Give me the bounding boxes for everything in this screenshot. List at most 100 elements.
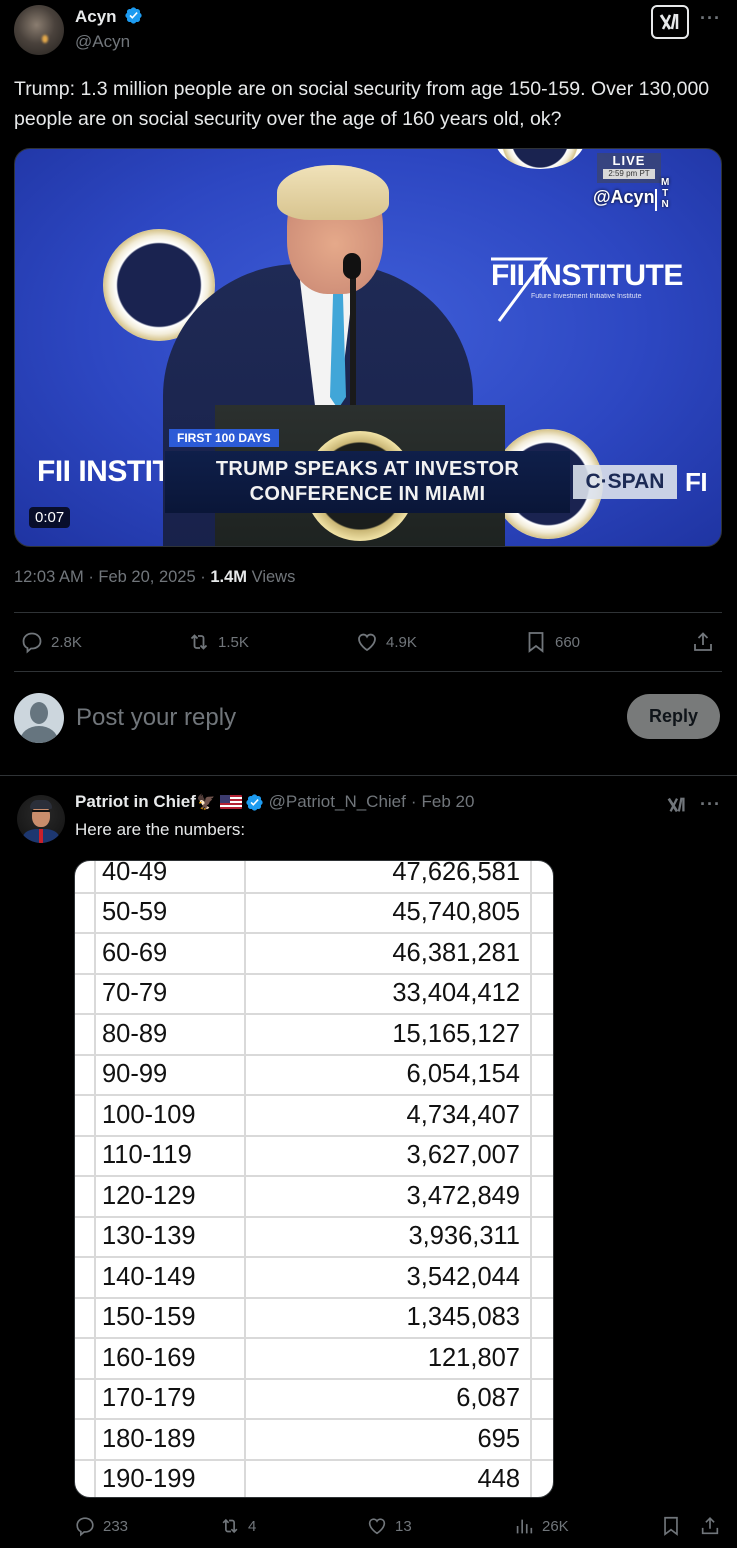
- author-name-row[interactable]: Acyn: [75, 6, 143, 27]
- count-cell: 15,165,127: [244, 1013, 532, 1056]
- count-cell: 33,404,412: [244, 972, 532, 1015]
- post-time[interactable]: 12:03 AM: [14, 568, 84, 586]
- share-button[interactable]: [691, 630, 715, 654]
- repost-button[interactable]: 4: [219, 1515, 256, 1537]
- table-row: 90-99 6,054,154: [75, 1053, 553, 1096]
- separator: ·: [410, 792, 417, 811]
- attached-table-image[interactable]: 40-49 47,626,581 50-59 45,740,805 60-69 46,38…: [74, 860, 554, 1498]
- table-row: 60-69 46,381,281: [75, 932, 553, 975]
- age-range-cell: 120-129: [94, 1175, 246, 1218]
- age-range-cell: 130-139: [94, 1215, 246, 1258]
- like-button[interactable]: 4.9K: [355, 630, 417, 654]
- reply-submit-button[interactable]: Reply: [627, 694, 720, 739]
- row-gutter-cell: [75, 1337, 96, 1380]
- age-range-cell: 150-159: [94, 1296, 246, 1339]
- row-gutter-cell: [75, 1418, 96, 1461]
- count-cell: 6,087: [244, 1377, 532, 1420]
- watermark-handle: @Acyn: [593, 187, 655, 207]
- reply-author-name[interactable]: Patriot in Chief: [75, 792, 196, 812]
- reply-date[interactable]: Feb 20: [422, 792, 475, 812]
- like-icon: [368, 1518, 386, 1535]
- table-row: 170-179 6,087: [75, 1377, 553, 1420]
- table-row: 110-119 3,627,007: [75, 1134, 553, 1177]
- age-range-cell: 80-89: [94, 1013, 246, 1056]
- age-range-cell: 40-49: [94, 861, 246, 894]
- count-cell: 45,740,805: [244, 891, 532, 934]
- more-icon[interactable]: ···: [700, 794, 721, 815]
- count-cell: 6,054,154: [244, 1053, 532, 1096]
- count-cell: 3,936,311: [244, 1215, 532, 1258]
- like-button[interactable]: 13: [366, 1515, 412, 1537]
- table-row: 40-49 47,626,581: [75, 861, 553, 894]
- bookmark-icon: [664, 1516, 678, 1536]
- table-row: 150-159 1,345,083: [75, 1296, 553, 1339]
- post-date[interactable]: Feb 20, 2025: [98, 568, 195, 586]
- views-button[interactable]: 26K: [513, 1515, 569, 1537]
- reply-author-row: Patriot in Chief 🦅 @Patriot_N_Chief · Fe…: [75, 792, 474, 812]
- age-range-cell: 190-199: [94, 1458, 246, 1497]
- video-duration: 0:07: [29, 507, 71, 528]
- table-row: 130-139 3,936,311: [75, 1215, 553, 1258]
- views-icon: [516, 1519, 533, 1534]
- table-row: 70-79 33,404,412: [75, 972, 553, 1015]
- row-edge-cell: [530, 1094, 553, 1137]
- reply-author-handle[interactable]: @Patriot_N_Chief: [269, 792, 406, 812]
- age-range-cell: 110-119: [94, 1134, 246, 1177]
- post-text: Trump: 1.3 million people are on social …: [14, 78, 710, 130]
- chyron-headline: TRUMP SPEAKS AT INVESTOR CONFERENCE IN M…: [165, 451, 570, 513]
- age-range-cell: 100-109: [94, 1094, 246, 1137]
- table-row: 80-89 15,165,127: [75, 1013, 553, 1056]
- verified-badge-icon: [245, 793, 263, 811]
- share-icon: [701, 1517, 719, 1535]
- row-gutter-cell: [75, 932, 96, 975]
- row-edge-cell: [530, 932, 553, 975]
- grok-button[interactable]: [651, 5, 689, 39]
- row-edge-cell: [530, 1256, 553, 1299]
- row-gutter-cell: [75, 1175, 96, 1218]
- author-handle[interactable]: @Acyn: [75, 32, 130, 52]
- more-icon[interactable]: ···: [700, 8, 721, 29]
- row-edge-cell: [530, 1377, 553, 1420]
- row-edge-cell: [530, 1215, 553, 1258]
- row-gutter-cell: [75, 1215, 96, 1258]
- age-range-cell: 140-149: [94, 1256, 246, 1299]
- bookmark-button[interactable]: [660, 1515, 682, 1537]
- table-row: 140-149 3,542,044: [75, 1256, 553, 1299]
- reply-button[interactable]: 233: [74, 1515, 128, 1537]
- count-cell: 448: [244, 1458, 532, 1497]
- count-cell: 1,345,083: [244, 1296, 532, 1339]
- row-edge-cell: [530, 1296, 553, 1339]
- views-label: Views: [251, 568, 296, 586]
- repost-button[interactable]: 1.5K: [187, 630, 249, 654]
- count-cell: 121,807: [244, 1337, 532, 1380]
- grok-icon[interactable]: [666, 794, 688, 816]
- divider: [14, 671, 722, 672]
- bookmark-button[interactable]: 660: [524, 630, 580, 654]
- author-display-name[interactable]: Acyn: [75, 7, 117, 26]
- post-metadata: 12:03 AM · Feb 20, 2025 · 1.4M Views: [14, 568, 296, 586]
- row-edge-cell: [530, 972, 553, 1015]
- reply-button[interactable]: 2.8K: [20, 630, 82, 654]
- count-cell: 4,734,407: [244, 1094, 532, 1137]
- reply-author-avatar[interactable]: [17, 795, 65, 843]
- row-gutter-cell: [75, 1013, 96, 1056]
- microphone: [343, 253, 361, 279]
- watermark-divider: [655, 189, 657, 211]
- reply-input[interactable]: [76, 700, 596, 736]
- age-range-cell: 90-99: [94, 1053, 246, 1096]
- row-gutter-cell: [75, 891, 96, 934]
- count-cell: 46,381,281: [244, 932, 532, 975]
- live-indicator: LIVE 2:59 pm PT: [597, 153, 661, 183]
- row-gutter-cell: [75, 1296, 96, 1339]
- row-gutter-cell: [75, 972, 96, 1015]
- author-avatar[interactable]: [14, 5, 64, 55]
- user-avatar-placeholder: [14, 693, 64, 743]
- age-range-cell: 50-59: [94, 891, 246, 934]
- speaker-hair: [277, 165, 389, 220]
- watermark-network: M T N: [661, 177, 670, 210]
- cspan-logo: C·SPAN: [573, 465, 677, 499]
- video-player[interactable]: FII INSTITUTE Future Investment Initiati…: [14, 148, 722, 547]
- share-button[interactable]: [699, 1515, 721, 1537]
- row-edge-cell: [530, 1175, 553, 1218]
- row-edge-cell: [530, 1337, 553, 1380]
